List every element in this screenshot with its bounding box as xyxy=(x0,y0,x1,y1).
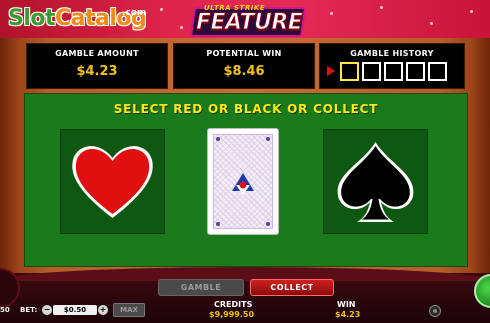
gamble-amount-label: GAMBLE AMOUNT xyxy=(55,49,139,58)
credits-label: CREDITS xyxy=(214,300,253,309)
history-slot xyxy=(428,62,447,81)
history-pointer-icon xyxy=(327,66,335,76)
sparkle xyxy=(330,12,333,15)
gamble-table: SELECT RED OR BLACK OR COLLECT xyxy=(24,93,468,267)
history-slot xyxy=(384,62,403,81)
face-down-card xyxy=(207,128,279,235)
history-slot xyxy=(406,62,425,81)
gamble-history-slots xyxy=(340,62,447,81)
bet-minus-button[interactable]: − xyxy=(42,305,52,315)
collect-button[interactable]: COLLECT xyxy=(250,279,334,296)
gamble-instruction: SELECT RED OR BLACK OR COLLECT xyxy=(113,102,379,116)
red-choice-button[interactable] xyxy=(60,129,165,234)
bet-label: BET: xyxy=(20,306,38,314)
sparkle xyxy=(380,6,383,9)
gamble-history-meter: GAMBLE HISTORY xyxy=(319,43,465,89)
bet-value: $0.50 xyxy=(53,305,97,315)
gamble-button[interactable]: GAMBLE xyxy=(158,279,244,296)
sparkle xyxy=(180,26,183,29)
watermark-com: .com xyxy=(122,8,147,18)
settings-icon[interactable] xyxy=(429,305,441,317)
history-slot xyxy=(362,62,381,81)
watermark-slot: Slot xyxy=(8,6,56,31)
gamble-amount-meter: GAMBLE AMOUNT $4.23 xyxy=(26,43,168,89)
card-emblem-icon xyxy=(232,173,254,195)
potential-win-meter: POTENTIAL WIN $8.46 xyxy=(173,43,315,89)
left-partial-value: 50 xyxy=(0,306,10,314)
history-slot xyxy=(340,62,359,81)
sparkle xyxy=(430,22,433,25)
game-logo: ULTRA STRIKE FEATURE xyxy=(189,4,307,38)
cabinet-right-pillar xyxy=(468,38,490,273)
gamble-amount-value: $4.23 xyxy=(76,64,118,79)
sparkle xyxy=(160,8,163,11)
sparkle xyxy=(470,10,473,13)
max-bet-button[interactable]: MAX xyxy=(113,303,145,317)
card-back-icon xyxy=(213,134,273,229)
spade-icon xyxy=(337,142,414,222)
win-value: $4.23 xyxy=(335,310,361,319)
heart-icon xyxy=(72,146,153,218)
win-label: WIN xyxy=(337,300,356,309)
logo-title: FEATURE xyxy=(195,10,303,36)
cabinet-left-pillar xyxy=(0,38,22,273)
bet-plus-button[interactable]: + xyxy=(98,305,108,315)
credits-value: $9,999.50 xyxy=(209,310,255,319)
potential-win-value: $8.46 xyxy=(223,64,265,79)
gamble-history-label: GAMBLE HISTORY xyxy=(350,49,434,58)
potential-win-label: POTENTIAL WIN xyxy=(206,49,282,58)
black-choice-button[interactable] xyxy=(323,129,428,234)
